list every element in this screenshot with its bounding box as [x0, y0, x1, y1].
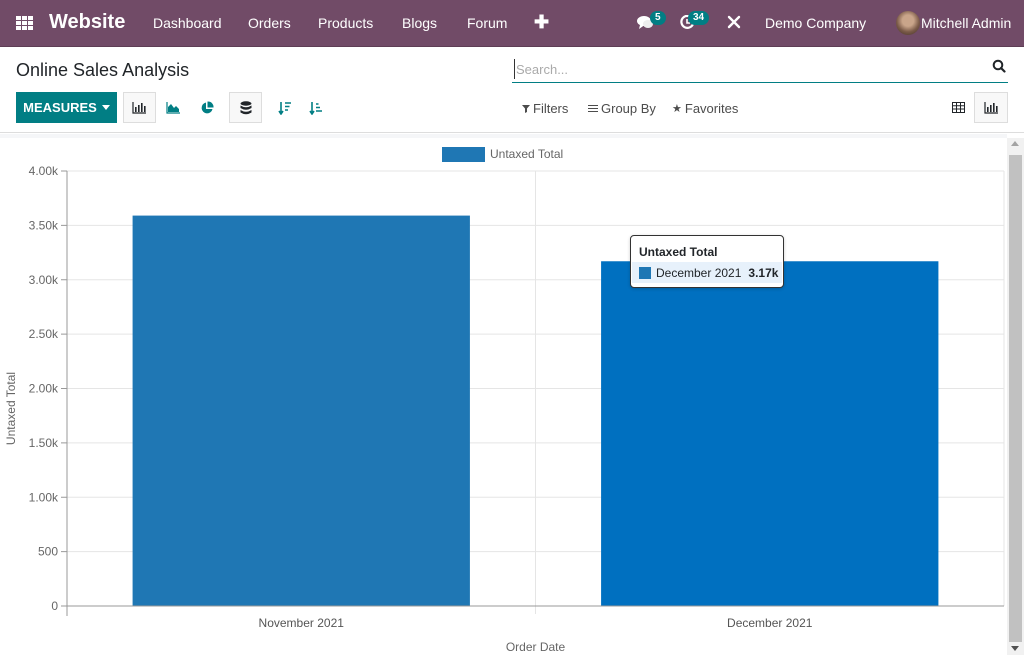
app-brand[interactable]: Website	[49, 11, 125, 34]
search-input[interactable]	[514, 59, 984, 79]
y-tick-label: 1.00k	[29, 490, 59, 504]
pivot-view-button[interactable]	[941, 92, 975, 123]
tooltip-title: Untaxed Total	[639, 245, 718, 259]
chart-tooltip: Untaxed Total December 2021 3.17k	[630, 235, 784, 288]
legend-label: Untaxed Total	[490, 147, 563, 161]
bar-chart: 0 500 1.00k 1.50k 2.00k 2.50k 3.00k 3.50k 4.00k N…	[4, 147, 1005, 654]
search-icon[interactable]	[992, 59, 1008, 75]
y-axis-title: Untaxed Total	[4, 372, 18, 445]
graph-view: 0 500 1.00k 1.50k 2.00k 2.50k 3.00k 3.50k 4.00k N…	[0, 134, 1024, 655]
bar-chart-icon	[983, 101, 998, 114]
search-bar	[512, 56, 1008, 83]
tooltip-row: December 2021 3.17k	[632, 262, 782, 283]
x-tick-label: December 2021	[727, 616, 813, 630]
tooltip-swatch	[639, 266, 651, 279]
bars-icon	[588, 104, 598, 113]
database-icon	[240, 100, 251, 114]
menu-products[interactable]: Products	[318, 15, 373, 31]
y-tick-label: 4.00k	[29, 164, 59, 178]
group-by-label: Group By	[601, 101, 656, 116]
menu-orders[interactable]: Orders	[248, 15, 291, 31]
stacked-button[interactable]	[229, 92, 262, 123]
tooltip-value: 3.17k	[748, 265, 779, 280]
pie-chart-icon	[201, 100, 214, 113]
y-tick-label: 3.50k	[29, 218, 59, 232]
bar-chart-button[interactable]	[123, 92, 156, 123]
activities-badge: 34	[688, 11, 710, 25]
debug-tools-icon[interactable]	[727, 15, 741, 34]
measures-label: MEASURES	[23, 100, 97, 115]
sort-descending-button[interactable]	[268, 92, 301, 123]
scroll-up-arrow-icon[interactable]	[1011, 141, 1019, 146]
pie-chart-button[interactable]	[190, 92, 223, 123]
bar-chart-icon	[132, 101, 146, 114]
scroll-thumb[interactable]	[1009, 155, 1022, 642]
area-chart-icon	[166, 101, 180, 114]
bar-1	[132, 215, 470, 606]
favorites-dropdown[interactable]: ★ Favorites	[672, 101, 738, 116]
menu-dashboard[interactable]: Dashboard	[153, 15, 222, 31]
x-tick-label: November 2021	[259, 616, 345, 630]
y-tick-label: 3.00k	[29, 273, 59, 287]
x-axis-title: Order Date	[506, 640, 566, 654]
measures-button[interactable]: MEASURES	[16, 92, 117, 123]
y-tick-label: 1.50k	[29, 436, 59, 450]
table-icon	[951, 102, 965, 113]
graph-view-button[interactable]	[974, 92, 1008, 123]
top-navbar: Website Dashboard Orders Products Blogs …	[0, 0, 1024, 47]
star-icon: ★	[672, 103, 682, 115]
page-title: Online Sales Analysis	[16, 60, 190, 80]
sort-descending-icon	[277, 101, 291, 115]
add-menu-icon[interactable]: ✚	[534, 12, 549, 33]
caret-down-icon	[101, 105, 110, 110]
scroll-down-arrow-icon[interactable]	[1011, 646, 1019, 651]
legend-swatch	[442, 147, 485, 162]
vertical-scrollbar[interactable]	[1007, 138, 1024, 655]
y-tick-label: 500	[38, 545, 58, 559]
user-menu[interactable]: Mitchell Admin	[921, 15, 1011, 31]
filters-label: Filters	[533, 101, 569, 116]
apps-menu-icon[interactable]	[16, 16, 33, 30]
menu-blogs[interactable]: Blogs	[402, 15, 437, 31]
y-tick-label: 2.00k	[29, 382, 59, 396]
line-chart-button[interactable]	[157, 92, 190, 123]
filters-dropdown[interactable]: Filters	[522, 101, 568, 116]
y-tick-label: 0	[51, 599, 58, 613]
control-panel: Online Sales Analysis MEASURES Filters G…	[0, 47, 1024, 133]
tooltip-label: December 2021	[656, 265, 742, 280]
group-by-dropdown[interactable]: Group By	[588, 101, 656, 116]
menu-forum[interactable]: Forum	[467, 15, 507, 31]
messages-badge: 5	[650, 11, 666, 25]
y-tick-label: 2.50k	[29, 327, 59, 341]
filter-icon	[522, 105, 530, 113]
sort-ascending-icon	[308, 101, 322, 115]
user-avatar[interactable]	[896, 11, 920, 35]
company-switcher[interactable]: Demo Company	[765, 15, 866, 31]
sort-ascending-button[interactable]	[299, 92, 332, 123]
bar-2	[601, 261, 939, 606]
favorites-label: Favorites	[684, 101, 739, 116]
